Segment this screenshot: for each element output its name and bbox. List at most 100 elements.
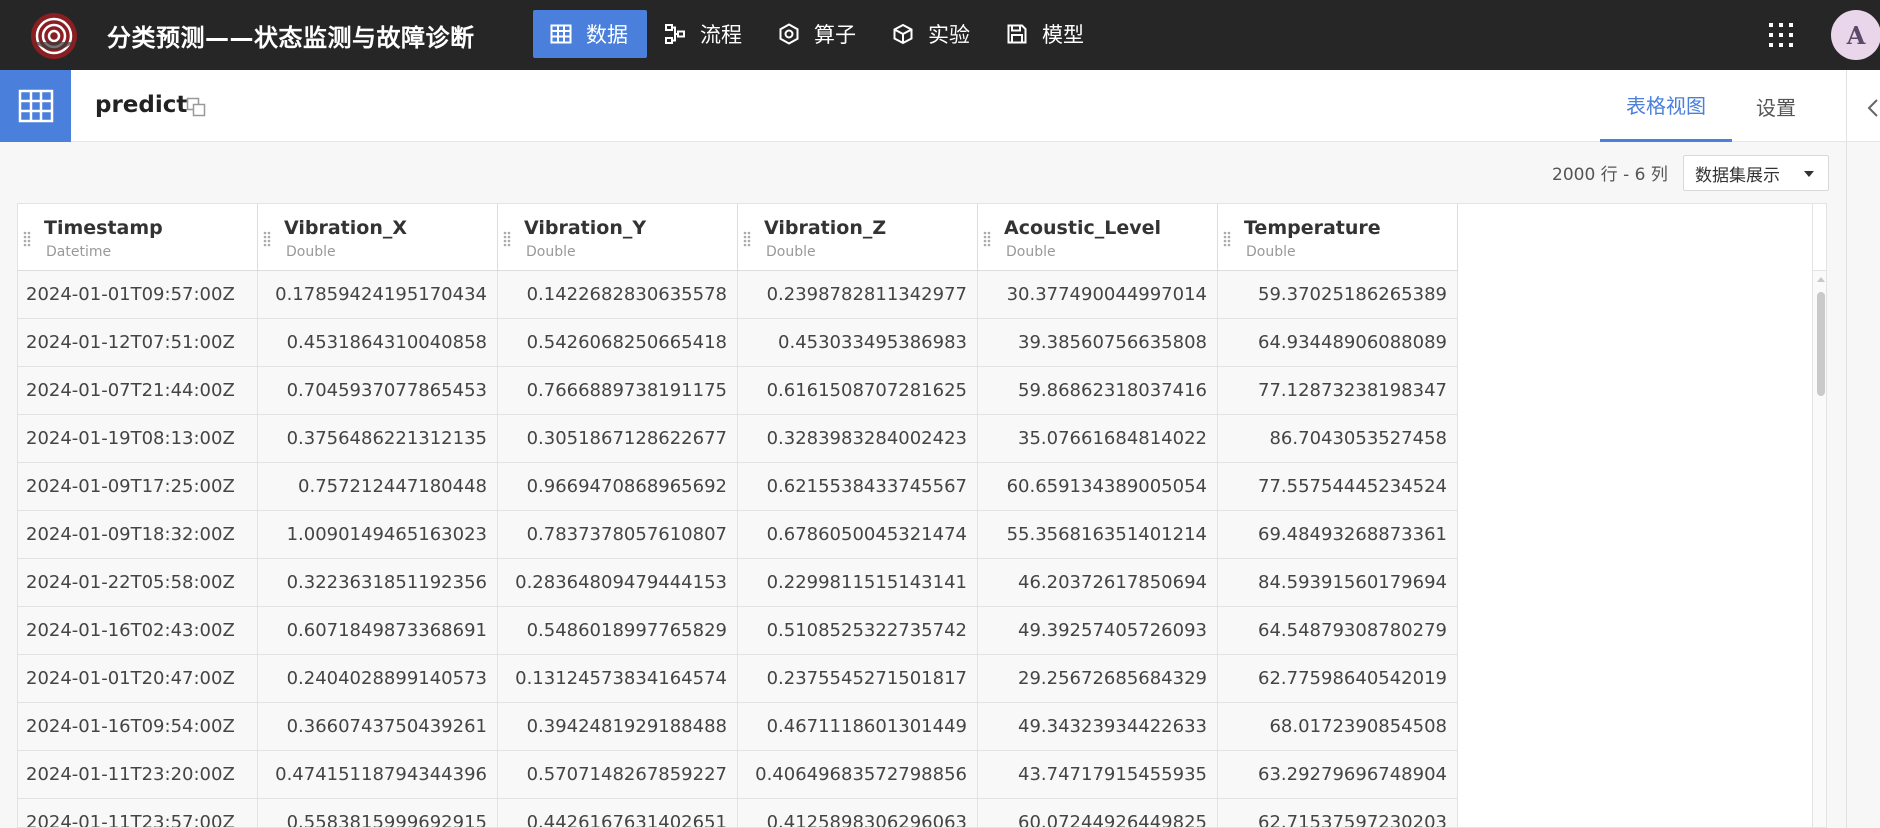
table-cell[interactable]: 0.28364809479444153 [498,559,738,607]
display-mode-select[interactable]: 数据集展示 [1683,155,1829,191]
table-cell[interactable]: 69.48493268873361 [1218,511,1458,559]
nav-item-flow[interactable]: 流程 [647,10,761,58]
column-header[interactable]: Temperature Double [1218,204,1458,271]
drag-handle-icon[interactable] [23,231,31,247]
table-cell[interactable]: 86.7043053527458 [1218,415,1458,463]
apps-grid-icon[interactable] [1768,22,1794,48]
chevron-left-icon[interactable] [1866,98,1880,118]
tab-settings[interactable]: 设置 [1756,70,1802,142]
table-cell[interactable]: 2024-01-01T09:57:00Z [18,271,258,319]
table-cell[interactable]: 0.7837378057610807 [498,511,738,559]
table-cell[interactable]: 0.13124573834164574 [498,655,738,703]
app-logo-icon[interactable] [30,12,78,60]
table-cell[interactable]: 0.3283983284002423 [738,415,978,463]
table-cell[interactable]: 2024-01-11T23:20:00Z [18,751,258,799]
table-cell[interactable]: 0.47415118794344396 [258,751,498,799]
nav-item-experiment[interactable]: 实验 [875,10,989,58]
table-row[interactable]: 2024-01-16T02:43:00Z 0.6071849873368691 0.… [18,607,1458,655]
scrollbar-thumb[interactable] [1817,292,1825,396]
nav-item-operator[interactable]: 算子 [761,10,875,58]
table-cell[interactable]: 59.37025186265389 [1218,271,1458,319]
table-cell[interactable]: 29.25672685684329 [978,655,1218,703]
table-cell[interactable]: 0.3942481929188488 [498,703,738,751]
table-cell[interactable]: 64.54879308780279 [1218,607,1458,655]
table-cell[interactable]: 0.4671118601301449 [738,703,978,751]
table-cell[interactable]: 0.2404028899140573 [258,655,498,703]
table-row[interactable]: 2024-01-16T09:54:00Z 0.3660743750439261 0.… [18,703,1458,751]
table-row[interactable]: 2024-01-12T07:51:00Z 0.4531864310040858 0.… [18,319,1458,367]
table-cell[interactable]: 2024-01-09T18:32:00Z [18,511,258,559]
column-header[interactable]: Timestamp Datetime [18,204,258,271]
tab-table-view[interactable]: 表格视图 [1600,70,1732,142]
table-cell[interactable]: 0.4426167631402651 [498,799,738,827]
table-cell[interactable]: 0.1422682830635578 [498,271,738,319]
table-cell[interactable]: 2024-01-12T07:51:00Z [18,319,258,367]
table-cell[interactable]: 0.6215538433745567 [738,463,978,511]
drag-handle-icon[interactable] [983,231,991,247]
table-cell[interactable]: 0.9669470868965692 [498,463,738,511]
scroll-up-arrow-icon[interactable] [1817,277,1825,282]
drag-handle-icon[interactable] [503,231,511,247]
table-cell[interactable]: 0.5426068250665418 [498,319,738,367]
table-row[interactable]: 2024-01-09T17:25:00Z 0.757212447180448 0.9… [18,463,1458,511]
table-cell[interactable]: 68.0172390854508 [1218,703,1458,751]
table-cell[interactable]: 0.757212447180448 [258,463,498,511]
table-cell[interactable]: 2024-01-11T23:57:00Z [18,799,258,827]
table-cell[interactable]: 0.17859424195170434 [258,271,498,319]
table-cell[interactable]: 2024-01-07T21:44:00Z [18,367,258,415]
nav-item-data[interactable]: 数据 [533,10,647,58]
drag-handle-icon[interactable] [743,231,751,247]
table-cell[interactable]: 0.5108525322735742 [738,607,978,655]
table-cell[interactable]: 0.3051867128622677 [498,415,738,463]
table-cell[interactable]: 43.74717915455935 [978,751,1218,799]
table-cell[interactable]: 2024-01-19T08:13:00Z [18,415,258,463]
table-cell[interactable]: 0.40649683572798856 [738,751,978,799]
table-cell[interactable]: 39.38560756635808 [978,319,1218,367]
table-row[interactable]: 2024-01-09T18:32:00Z 1.0090149465163023 0.… [18,511,1458,559]
table-cell[interactable]: 77.12873238198347 [1218,367,1458,415]
table-cell[interactable]: 0.4125898306296063 [738,799,978,827]
user-avatar[interactable]: A [1831,10,1880,60]
drag-handle-icon[interactable] [1223,231,1231,247]
column-header[interactable]: Vibration_Z Double [738,204,978,271]
table-cell[interactable]: 84.59391560179694 [1218,559,1458,607]
table-row[interactable]: 2024-01-19T08:13:00Z 0.3756486221312135 0.… [18,415,1458,463]
table-cell[interactable]: 2024-01-22T05:58:00Z [18,559,258,607]
table-cell[interactable]: 46.20372617850694 [978,559,1218,607]
table-cell[interactable]: 64.93448906088089 [1218,319,1458,367]
table-cell[interactable]: 0.4531864310040858 [258,319,498,367]
table-cell[interactable]: 60.659134389005054 [978,463,1218,511]
table-cell[interactable]: 0.5486018997765829 [498,607,738,655]
table-row[interactable]: 2024-01-11T23:57:00Z 0.5583815999692915 0.… [18,799,1458,827]
column-header[interactable]: Vibration_Y Double [498,204,738,271]
table-cell[interactable]: 62.77598640542019 [1218,655,1458,703]
table-row[interactable]: 2024-01-01T09:57:00Z 0.17859424195170434 0… [18,271,1458,319]
column-header[interactable]: Acoustic_Level Double [978,204,1218,271]
table-cell[interactable]: 62.71537597230203 [1218,799,1458,827]
table-cell[interactable]: 2024-01-16T09:54:00Z [18,703,258,751]
table-cell[interactable]: 55.356816351401214 [978,511,1218,559]
table-cell[interactable]: 0.6071849873368691 [258,607,498,655]
table-cell[interactable]: 2024-01-01T20:47:00Z [18,655,258,703]
table-cell[interactable]: 0.5583815999692915 [258,799,498,827]
table-cell[interactable]: 63.29279696748904 [1218,751,1458,799]
table-cell[interactable]: 0.6161508707281625 [738,367,978,415]
table-cell[interactable]: 30.377490044997014 [978,271,1218,319]
table-cell[interactable]: 0.2398782811342977 [738,271,978,319]
table-cell[interactable]: 0.6786050045321474 [738,511,978,559]
table-cell[interactable]: 60.07244926449825 [978,799,1218,827]
table-row[interactable]: 2024-01-01T20:47:00Z 0.2404028899140573 0.… [18,655,1458,703]
table-cell[interactable]: 0.7666889738191175 [498,367,738,415]
table-cell[interactable]: 77.55754445234524 [1218,463,1458,511]
table-cell[interactable]: 0.2375545271501817 [738,655,978,703]
table-cell[interactable]: 49.39257405726093 [978,607,1218,655]
table-cell[interactable]: 59.86862318037416 [978,367,1218,415]
table-cell[interactable]: 2024-01-09T17:25:00Z [18,463,258,511]
table-cell[interactable]: 2024-01-16T02:43:00Z [18,607,258,655]
table-row[interactable]: 2024-01-07T21:44:00Z 0.7045937077865453 0.… [18,367,1458,415]
table-cell[interactable]: 0.3660743750439261 [258,703,498,751]
nav-item-model[interactable]: 模型 [989,10,1103,58]
table-cell[interactable]: 0.453033495386983 [738,319,978,367]
table-cell[interactable]: 0.3756486221312135 [258,415,498,463]
table-cell[interactable]: 0.2299811515143141 [738,559,978,607]
